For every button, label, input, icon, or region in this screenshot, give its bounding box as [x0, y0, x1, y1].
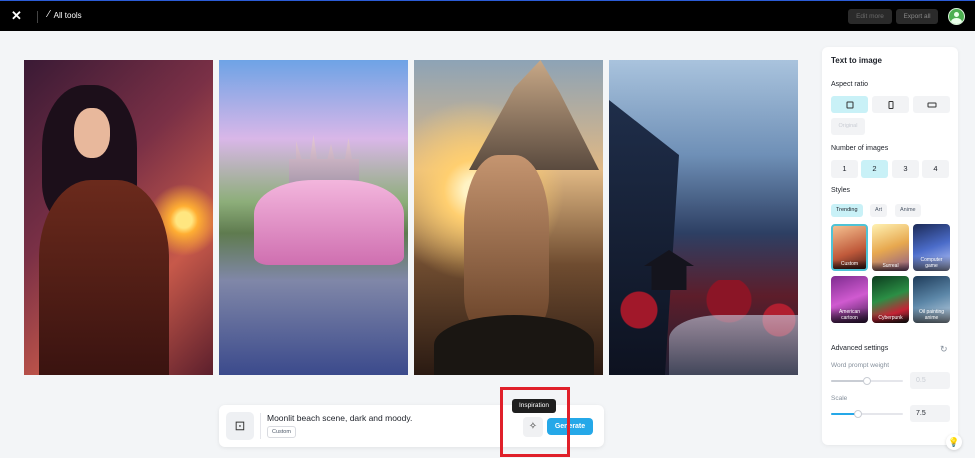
style-tag[interactable]: Custom	[267, 426, 296, 438]
slider-thumb[interactable]	[863, 377, 871, 385]
divider	[37, 11, 38, 23]
image-figure-armor	[39, 180, 169, 375]
generated-image-4[interactable]	[609, 60, 798, 375]
edit-more-button[interactable]: Edit more	[848, 9, 892, 24]
add-reference-image-icon[interactable]: ⊡	[226, 412, 254, 440]
image-figure-face	[74, 108, 110, 158]
slider-thumb[interactable]	[854, 410, 863, 418]
divider	[260, 413, 261, 439]
scale-label: Scale	[831, 395, 848, 402]
capcut-logo-icon[interactable]: ✕	[11, 9, 25, 23]
generated-image-3[interactable]	[414, 60, 603, 375]
style-card-label: Computer game	[913, 256, 950, 271]
advanced-settings-label: Advanced settings	[831, 345, 889, 352]
word-prompt-weight-label: Word prompt weight	[831, 362, 890, 369]
style-card-computer-game[interactable]: Computer game	[913, 224, 950, 271]
style-card-label: Oil painting anime	[913, 308, 950, 323]
panel-title: Text to image	[831, 56, 882, 65]
number-1-button[interactable]: 1	[831, 160, 858, 178]
all-tools-button[interactable]: ⁄ All tools	[48, 9, 82, 21]
scale-value[interactable]: 7.5	[910, 405, 950, 422]
style-card-label: American cartoon	[831, 308, 868, 323]
style-card-oil-painting-anime[interactable]: Oil painting anime	[913, 276, 950, 323]
text-to-image-panel: Text to image Aspect ratio Original Numb…	[822, 47, 958, 445]
ratio-landscape-button[interactable]	[913, 96, 950, 113]
number-3-button[interactable]: 3	[892, 160, 919, 178]
slider-fill	[831, 380, 867, 382]
generated-image-1[interactable]	[24, 60, 213, 375]
styles-label: Styles	[831, 187, 851, 194]
portrait-ratio-icon	[888, 100, 893, 109]
reset-icon[interactable]: ↻	[940, 344, 948, 355]
style-card-american-cartoon[interactable]: American cartoon	[831, 276, 868, 323]
image-gallery	[24, 60, 800, 375]
help-lightbulb-icon[interactable]: 💡	[946, 434, 962, 450]
landscape-ratio-icon	[927, 102, 936, 107]
style-card-label: Cyberpunk	[872, 313, 909, 323]
image-cat	[464, 155, 549, 330]
image-river	[669, 315, 798, 375]
style-card-label: Custom	[833, 259, 866, 269]
generated-image-2[interactable]	[219, 60, 408, 375]
prompt-input[interactable]: Moonlit beach scene, dark and moody.	[267, 413, 412, 423]
image-rock	[434, 315, 594, 375]
image-pink-car	[254, 180, 404, 265]
tab-art[interactable]: Art	[870, 204, 888, 217]
export-all-button[interactable]: Export all	[896, 9, 938, 24]
word-prompt-weight-slider[interactable]	[831, 377, 903, 385]
magic-wand-icon: ⁄	[48, 9, 50, 20]
word-prompt-weight-value[interactable]: 0.5	[910, 372, 950, 389]
all-tools-label: All tools	[53, 10, 82, 20]
aspect-ratio-label: Aspect ratio	[831, 81, 868, 88]
image-mountain	[469, 60, 599, 170]
highlight-box	[500, 387, 570, 457]
style-card-surreal[interactable]: Surreal	[872, 224, 909, 271]
square-ratio-icon	[846, 101, 853, 108]
user-avatar[interactable]	[948, 8, 965, 25]
ratio-square-button[interactable]	[831, 96, 868, 113]
number-4-button[interactable]: 4	[922, 160, 949, 178]
style-card-label: Surreal	[872, 261, 909, 271]
number-of-images-label: Number of images	[831, 145, 889, 152]
ratio-portrait-button[interactable]	[872, 96, 909, 113]
style-card-cyberpunk[interactable]: Cyberpunk	[872, 276, 909, 323]
tab-anime[interactable]: Anime	[895, 204, 921, 217]
scale-slider[interactable]	[831, 410, 903, 418]
number-2-button[interactable]: 2	[861, 160, 888, 178]
top-bar: ✕ ⁄ All tools Edit more Export all	[0, 0, 975, 31]
ratio-original-button[interactable]: Original	[831, 118, 865, 135]
style-card-custom[interactable]: Custom	[831, 224, 868, 271]
tab-trending[interactable]: Trending	[831, 204, 863, 217]
